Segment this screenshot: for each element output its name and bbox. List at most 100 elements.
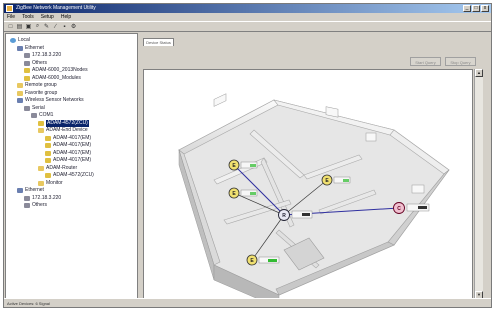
open-icon[interactable]: ▤ bbox=[16, 23, 23, 30]
net-icon bbox=[17, 98, 23, 103]
folder-icon bbox=[38, 180, 44, 186]
signal-bar bbox=[343, 179, 349, 182]
camera-icon[interactable]: ▪ bbox=[61, 23, 68, 30]
tree-item[interactable]: Wireless Sensor Networks bbox=[17, 97, 84, 104]
floorplan-svg: E E E R C E bbox=[178, 93, 450, 298]
search-icon[interactable]: ⌕ bbox=[34, 23, 41, 30]
tree-item[interactable]: ADAM-4017(EM) bbox=[45, 150, 91, 157]
tree-item[interactable]: Serial bbox=[24, 105, 45, 112]
tree-item-label: 172.18.3.220 bbox=[32, 52, 62, 58]
pc-icon bbox=[31, 113, 37, 118]
folder-icon bbox=[17, 83, 23, 88]
pc-icon bbox=[24, 60, 30, 66]
pc-icon bbox=[24, 53, 30, 58]
menu-help[interactable]: Help bbox=[61, 13, 71, 21]
tree-item-label: Wireless Sensor Networks bbox=[25, 97, 84, 103]
tree-item-label: Others bbox=[32, 202, 48, 208]
app-icon bbox=[6, 5, 13, 12]
tree-item[interactable]: Ethernet bbox=[17, 45, 44, 52]
dev-icon bbox=[45, 173, 51, 178]
tree-item-label: Ethernet bbox=[25, 187, 44, 193]
tree-item-label: Favorite group bbox=[25, 89, 58, 96]
app-window: ZigBee Network Management Utility _ □ x … bbox=[3, 3, 492, 308]
menu-bar: File Tools Setup Help bbox=[4, 13, 491, 21]
settings-icon[interactable]: ⚙ bbox=[70, 23, 77, 30]
net-icon bbox=[17, 188, 23, 193]
window-4 bbox=[411, 184, 425, 194]
tree-item-label: ADAM-Router bbox=[46, 164, 78, 171]
link-icon[interactable]: ∕ bbox=[52, 23, 59, 30]
maximize-button[interactable]: □ bbox=[472, 5, 480, 12]
minimize-button[interactable]: _ bbox=[463, 5, 471, 12]
tree-item[interactable]: ADAM-4017(EM) bbox=[45, 135, 91, 142]
menu-tools[interactable]: Tools bbox=[22, 13, 34, 21]
folder-icon bbox=[38, 165, 44, 171]
tree-item[interactable]: Others bbox=[24, 202, 47, 209]
dev-icon bbox=[45, 158, 51, 163]
tree-item[interactable]: ADAM-4017(EM) bbox=[45, 157, 91, 164]
tree-item[interactable]: ADAM-End Device bbox=[38, 127, 88, 134]
dev-icon bbox=[24, 68, 30, 73]
title-bar: ZigBee Network Management Utility _ □ x bbox=[4, 4, 491, 13]
tree-item[interactable]: ADAM-4572(ZCU) bbox=[38, 119, 89, 127]
tree-item-label: Ethernet bbox=[25, 44, 44, 51]
vertical-scrollbar[interactable]: ▲ ▼ bbox=[474, 69, 483, 299]
tree-item-label: ADAM-4017(EM) bbox=[53, 142, 92, 148]
tree-item[interactable]: Remote group bbox=[17, 82, 57, 89]
tree-item[interactable]: Ethernet bbox=[17, 187, 44, 194]
new-icon[interactable]: □ bbox=[7, 23, 14, 30]
tree-item[interactable]: Others bbox=[24, 60, 47, 67]
tree-item[interactable]: Monitor bbox=[38, 180, 63, 187]
signal-bar bbox=[302, 213, 310, 216]
tree-item[interactable]: Local bbox=[10, 37, 30, 44]
tree-item-label: ADAM-4017(EM) bbox=[53, 157, 92, 163]
tree-item-label: Monitor bbox=[46, 179, 63, 186]
tree-item[interactable]: ADAM-6000_2013Nodes bbox=[24, 67, 88, 74]
stop-query-button[interactable]: Stop Query bbox=[445, 57, 476, 66]
pc-icon bbox=[24, 203, 30, 208]
menu-setup[interactable]: Setup bbox=[41, 13, 54, 21]
window-title: ZigBee Network Management Utility bbox=[16, 5, 96, 11]
tree-item[interactable]: ADAM-4572(ZCU) bbox=[45, 172, 94, 179]
status-text: Active Devices: 6 Signal bbox=[7, 301, 50, 306]
dev-icon bbox=[45, 143, 51, 148]
edit-icon[interactable]: ✎ bbox=[43, 23, 50, 30]
pc-icon bbox=[24, 105, 30, 111]
tree-item-label: ADAM-4017(EM) bbox=[53, 149, 92, 156]
tree-item[interactable]: ADAM-6000_Modules bbox=[24, 75, 81, 82]
signal-bar bbox=[250, 164, 256, 167]
tree-item-label: Local bbox=[18, 37, 30, 43]
dev-icon bbox=[38, 120, 44, 126]
node-code: C bbox=[397, 206, 401, 212]
folder-icon bbox=[38, 128, 44, 133]
tree-item[interactable]: ADAM-4017(EM) bbox=[45, 142, 91, 149]
tree-item[interactable]: COM1 bbox=[31, 112, 53, 119]
tab-device-status[interactable]: Device Status bbox=[143, 38, 174, 46]
tree-item-label: ADAM-4572(ZCU) bbox=[53, 172, 94, 178]
tree-item-label: COM1 bbox=[39, 112, 54, 118]
tree-item-label: Remote group bbox=[25, 82, 57, 88]
floorplan-canvas[interactable]: E E E R C E bbox=[143, 69, 473, 299]
device-tree[interactable]: Local Ethernet 172.18.3.220 Others ADAM-6000… bbox=[5, 33, 138, 299]
tree-item[interactable]: Favorite group bbox=[17, 90, 57, 97]
main-panel: Device Status Start Query Stop Query E E… bbox=[140, 33, 491, 299]
start-query-button[interactable]: Start Query bbox=[410, 57, 441, 66]
tree-item-label: ADAM-6000_Modules bbox=[32, 74, 81, 81]
dev-icon bbox=[45, 135, 51, 141]
tree-item[interactable]: 172.18.3.220 bbox=[24, 195, 61, 202]
node-code: R bbox=[282, 213, 286, 219]
close-button[interactable]: x bbox=[481, 5, 489, 12]
globe-icon bbox=[10, 38, 16, 43]
folder-icon bbox=[17, 90, 23, 96]
tree-item-label: Others bbox=[32, 59, 48, 66]
tree-item[interactable]: 172.18.3.220 bbox=[24, 52, 61, 59]
signal-bar bbox=[418, 206, 427, 209]
tree-item[interactable]: ADAM-Router bbox=[38, 165, 77, 172]
save-icon[interactable]: ▣ bbox=[25, 23, 32, 30]
tree-item-label: 172.18.3.220 bbox=[32, 194, 62, 201]
scroll-up-icon[interactable]: ▲ bbox=[475, 69, 483, 77]
dev-icon bbox=[24, 75, 30, 81]
menu-file[interactable]: File bbox=[7, 13, 15, 21]
net-icon bbox=[17, 45, 23, 51]
tree-item-label: ADAM-4017(EM) bbox=[53, 134, 92, 141]
